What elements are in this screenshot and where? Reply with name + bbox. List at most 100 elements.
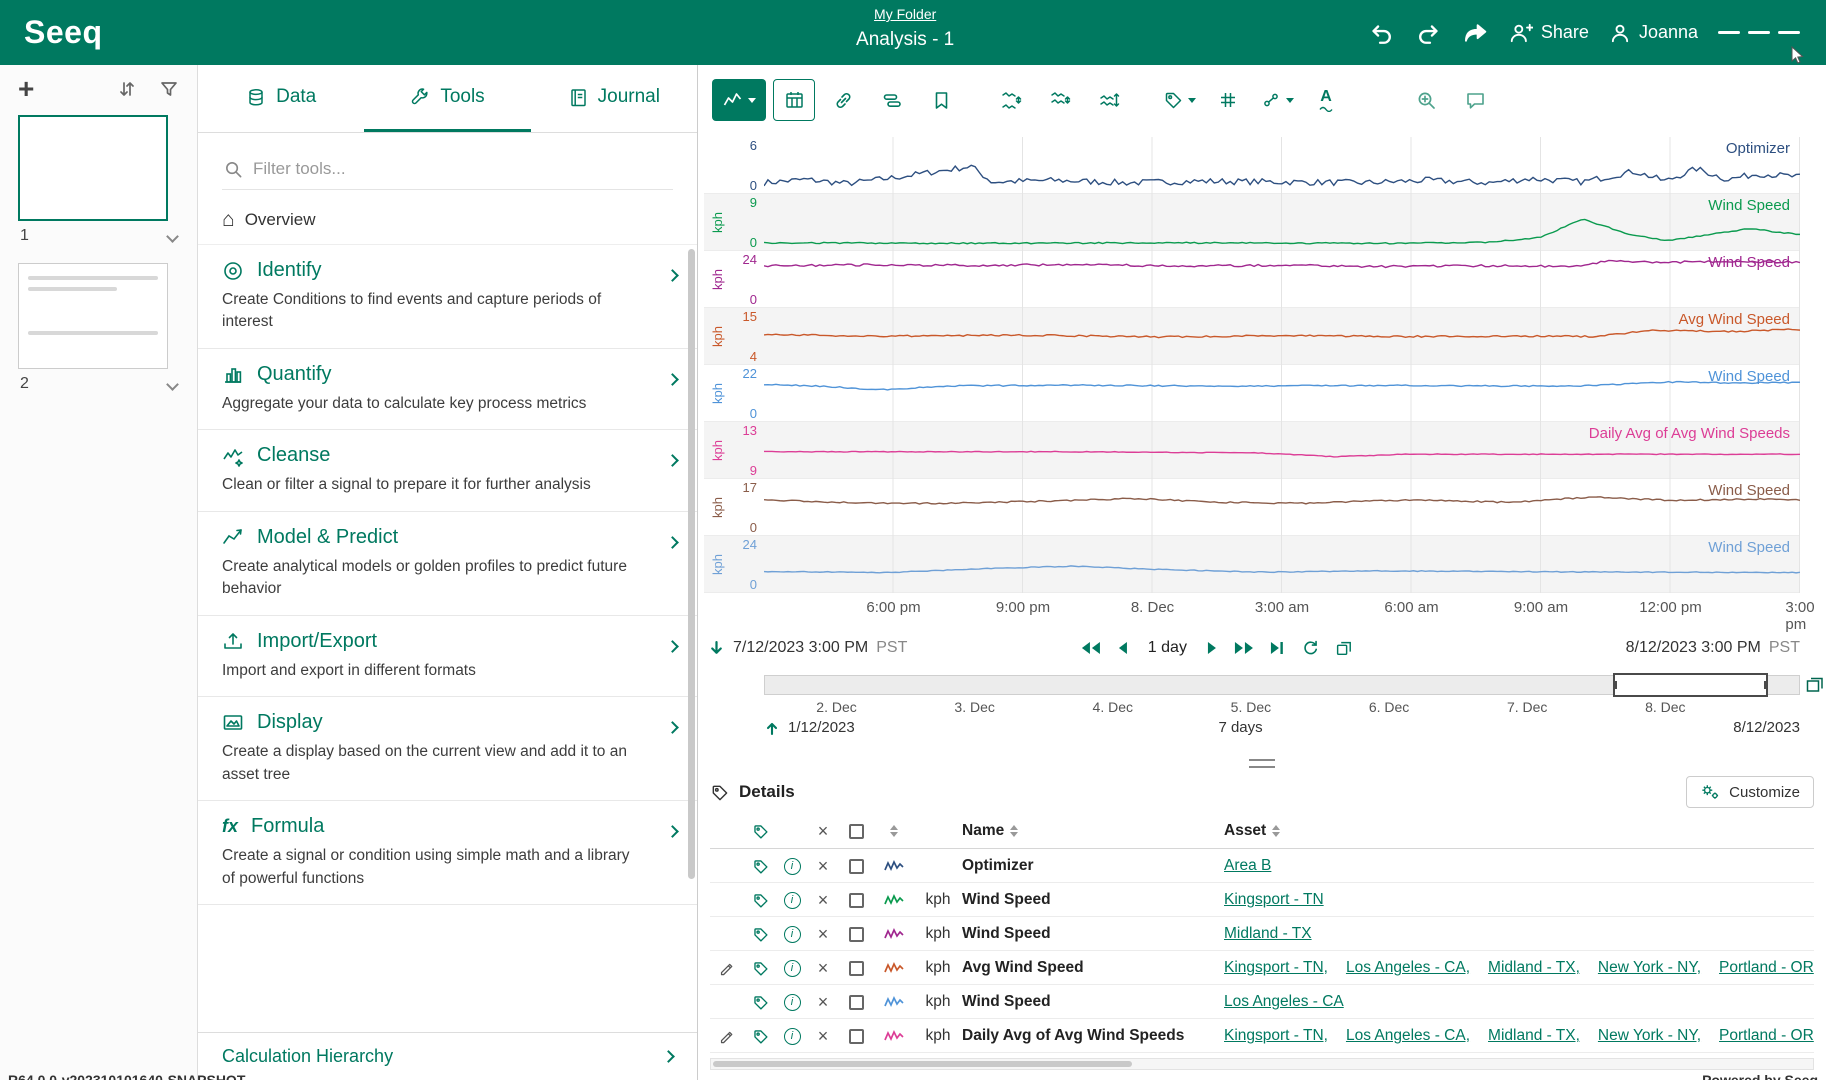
step-back-button[interactable] <box>1117 641 1128 655</box>
user-menu[interactable]: Joanna <box>1609 22 1698 44</box>
undo-icon[interactable] <box>1369 20 1395 46</box>
sort-icon[interactable] <box>1010 825 1018 837</box>
lane-y-axis[interactable]: 24 0 <box>730 251 764 308</box>
edit-formula-button[interactable] <box>710 1028 744 1045</box>
worksheet-menu-chevron-icon[interactable] <box>166 378 179 391</box>
item-info-button[interactable]: i <box>784 858 801 875</box>
asset-column-header[interactable]: Asset <box>1224 822 1266 840</box>
row-checkbox[interactable] <box>849 893 864 908</box>
signal-style-icon[interactable] <box>874 927 914 942</box>
lane-y-axis[interactable]: 15 4 <box>730 308 764 365</box>
hamburger-menu-icon[interactable] <box>1718 27 1800 38</box>
step-forward-fast-button[interactable] <box>1234 641 1254 655</box>
lane-plot[interactable]: Optimizer <box>764 137 1800 194</box>
reorder-worksheets-icon[interactable] <box>117 79 137 99</box>
item-name[interactable]: Wind Speed <box>962 993 1224 1011</box>
row-checkbox[interactable] <box>849 995 864 1010</box>
name-column-header[interactable]: Name <box>962 822 1004 840</box>
samples-dropdown[interactable] <box>1256 79 1298 121</box>
item-name[interactable]: Optimizer <box>962 857 1224 875</box>
signal-style-icon[interactable] <box>874 893 914 908</box>
asset-link[interactable]: Kingsport - TN <box>1224 891 1324 909</box>
tool-item-display[interactable]: Display Create a display based on the cu… <box>198 697 697 801</box>
link-button[interactable] <box>822 79 864 121</box>
lane-y-axis[interactable]: 17 0 <box>730 479 764 536</box>
item-info-button[interactable]: i <box>784 926 801 943</box>
zoom-button[interactable] <box>1405 79 1447 121</box>
redo-icon[interactable] <box>1415 20 1441 46</box>
details-horizontal-scrollbar[interactable] <box>710 1058 1814 1070</box>
remove-item-button[interactable]: × <box>808 959 838 977</box>
select-all-checkbox[interactable] <box>849 824 864 839</box>
resize-handle[interactable] <box>1249 759 1275 768</box>
lane-y-axis[interactable]: 22 0 <box>730 365 764 422</box>
filter-tools-input[interactable] <box>253 159 671 179</box>
lane-y-axis[interactable]: 24 0 <box>730 536 764 593</box>
item-info-button[interactable]: i <box>784 1028 801 1045</box>
series-label[interactable]: Wind Speed <box>1708 197 1790 214</box>
row-checkbox[interactable] <box>849 859 864 874</box>
tool-item-model-predict[interactable]: Model & Predict Create analytical models… <box>198 512 697 616</box>
display-range-duration[interactable]: 1 day <box>1144 639 1191 657</box>
asset-link[interactable]: Los Angeles - CA <box>1224 993 1344 1011</box>
remove-item-button[interactable]: × <box>808 857 838 875</box>
share-button[interactable]: Share <box>1509 22 1589 44</box>
row-checkbox[interactable] <box>849 927 864 942</box>
investigate-range-end[interactable]: 8/12/2023 <box>1733 719 1800 736</box>
asset-link[interactable]: Los Angeles - CA, <box>1346 1027 1470 1045</box>
series-label[interactable]: Optimizer <box>1726 140 1790 157</box>
lane-plot[interactable]: Wind Speed <box>764 251 1800 308</box>
tool-item-identify[interactable]: Identify Create Conditions to find event… <box>198 245 697 349</box>
remove-item-button[interactable]: × <box>808 891 838 909</box>
tag-column-icon[interactable] <box>744 823 776 840</box>
remove-item-button[interactable]: × <box>808 1027 838 1045</box>
timeline-selection-handle[interactable] <box>1613 673 1768 697</box>
tool-item-cleanse[interactable]: Cleanse Clean or filter a signal to prep… <box>198 430 697 511</box>
gridlines-button[interactable] <box>1207 79 1249 121</box>
tab-journal[interactable]: Journal <box>531 65 697 132</box>
chart-type-dropdown[interactable] <box>712 79 766 121</box>
signal-style-icon[interactable] <box>874 995 914 1010</box>
series-label[interactable]: Wind Speed <box>1708 368 1790 385</box>
tag-row-button[interactable] <box>744 858 776 875</box>
display-range-end[interactable]: 8/12/2023 3:00 PM <box>1626 639 1761 657</box>
refresh-button[interactable] <box>1301 639 1319 657</box>
lane-plot[interactable]: Wind Speed <box>764 479 1800 536</box>
lane-y-axis[interactable]: 6 0 <box>730 137 764 194</box>
tool-item-import-export[interactable]: Import/Export Import and export in diffe… <box>198 616 697 697</box>
series-label[interactable]: Daily Avg of Avg Wind Speeds <box>1589 425 1790 442</box>
timeline-strip[interactable] <box>764 675 1800 695</box>
tab-tools[interactable]: Tools <box>364 65 530 132</box>
asset-link[interactable]: Midland - TX <box>1224 925 1312 943</box>
lane-plot[interactable]: Wind Speed <box>764 194 1800 251</box>
signal-style-icon[interactable] <box>874 1029 914 1044</box>
asset-link[interactable]: Los Angeles - CA, <box>1346 959 1470 977</box>
tag-row-button[interactable] <box>744 960 776 977</box>
item-info-button[interactable]: i <box>784 892 801 909</box>
worksheet-menu-chevron-icon[interactable] <box>166 230 179 243</box>
edit-formula-button[interactable] <box>710 960 744 977</box>
row-checkbox[interactable] <box>849 1029 864 1044</box>
overview-link[interactable]: ⌂ Overview <box>198 196 697 244</box>
scrollbar-thumb[interactable] <box>713 1061 1132 1067</box>
one-lane-button[interactable] <box>990 79 1032 121</box>
item-name[interactable]: Avg Wind Speed <box>962 959 1224 977</box>
lane-plot[interactable]: Wind Speed <box>764 365 1800 422</box>
go-to-end-button[interactable] <box>1270 641 1285 655</box>
series-label[interactable]: Wind Speed <box>1708 254 1790 271</box>
sort-icon[interactable] <box>1272 825 1280 837</box>
lane-plot[interactable]: Avg Wind Speed <box>764 308 1800 365</box>
breadcrumb[interactable]: My Folder <box>874 6 936 22</box>
duplicate-range-button[interactable] <box>1335 639 1353 657</box>
tag-row-button[interactable] <box>744 1028 776 1045</box>
item-name[interactable]: Wind Speed <box>962 891 1224 909</box>
annotate-button[interactable] <box>1454 79 1496 121</box>
asset-link[interactable]: Midland - TX, <box>1488 959 1580 977</box>
tool-item-formula[interactable]: fx Formula Create a signal or condition … <box>198 801 697 905</box>
step-forward-button[interactable] <box>1207 641 1218 655</box>
tag-row-button[interactable] <box>744 892 776 909</box>
investigate-range-duration[interactable]: 7 days <box>1218 719 1262 736</box>
labels-dropdown[interactable] <box>1158 79 1200 121</box>
investigate-range-up-icon[interactable] <box>764 720 780 736</box>
series-label[interactable]: Wind Speed <box>1708 482 1790 499</box>
